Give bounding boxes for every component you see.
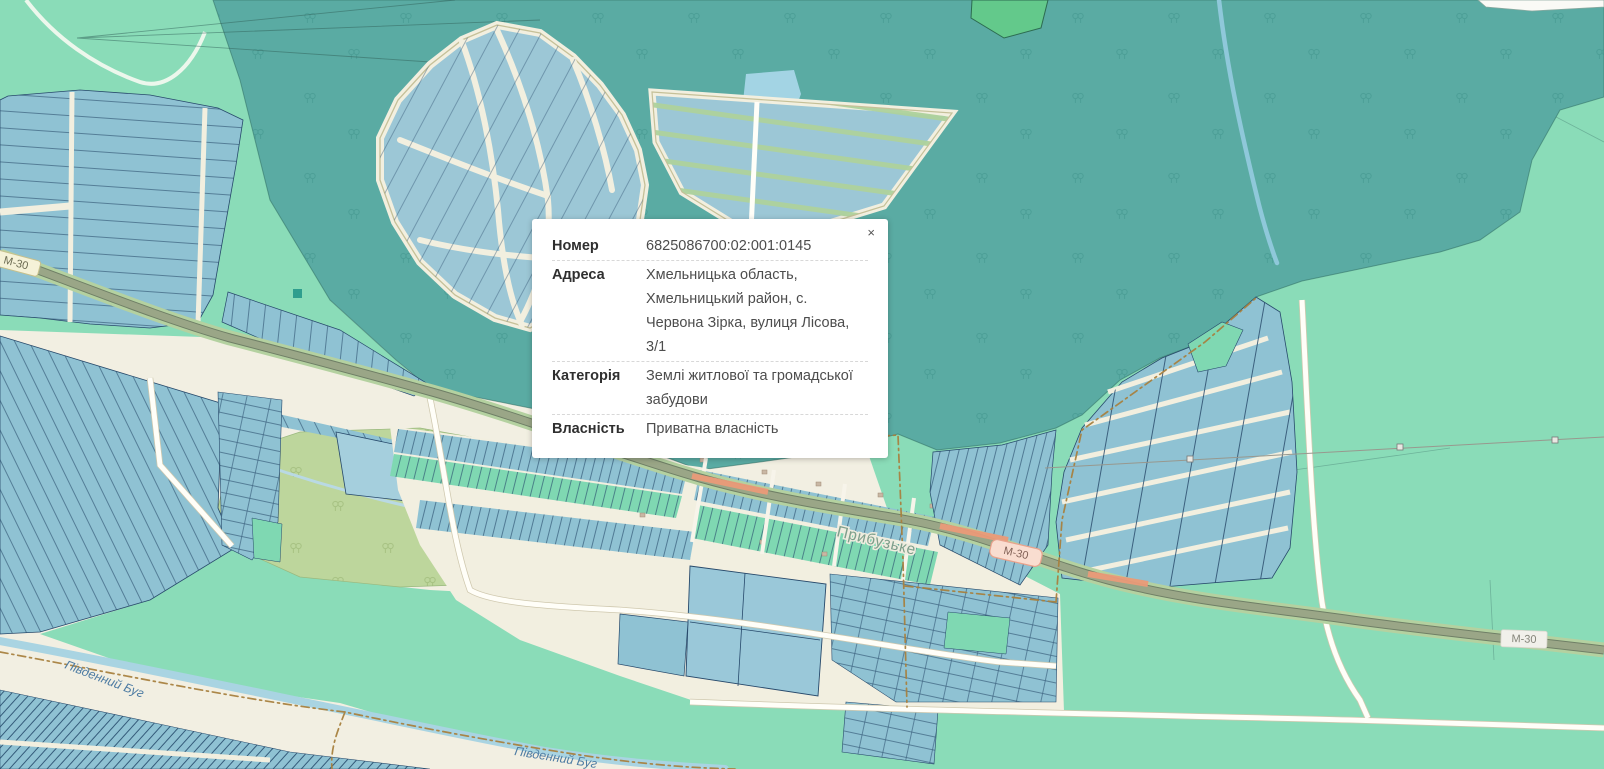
- field-value-number: 6825086700:02:001:0145: [646, 234, 868, 258]
- close-icon[interactable]: ×: [863, 223, 879, 243]
- small-teal-parcel: [293, 289, 302, 298]
- highway-shield-right: М-30: [1501, 630, 1548, 649]
- field-value-category: Землі житлової та громадської забудови: [646, 364, 868, 412]
- popup-row-address: Адреса Хмельницька область, Хмельницький…: [552, 260, 868, 361]
- field-label-ownership: Власність: [552, 417, 646, 441]
- popup-row-ownership: Власність Приватна власність: [552, 414, 868, 443]
- highway-shield-right-label: М-30: [1511, 633, 1536, 646]
- popup-row-category: Категорія Землі житлової та громадської …: [552, 361, 868, 414]
- field-label-category: Категорія: [552, 364, 646, 412]
- field-label-address: Адреса: [552, 263, 646, 359]
- popup-row-number: Номер 6825086700:02:001:0145: [552, 232, 868, 260]
- field-value-address: Хмельницька область, Хмельницький район,…: [646, 263, 868, 359]
- parcel-info-popup: × Номер 6825086700:02:001:0145 Адреса Хм…: [532, 219, 888, 458]
- field-label-number: Номер: [552, 234, 646, 258]
- field-value-ownership: Приватна власність: [646, 417, 868, 441]
- cadastral-map-viewport: М-30 М-30 М-30 Прибузьке Південний Буг П…: [0, 0, 1604, 769]
